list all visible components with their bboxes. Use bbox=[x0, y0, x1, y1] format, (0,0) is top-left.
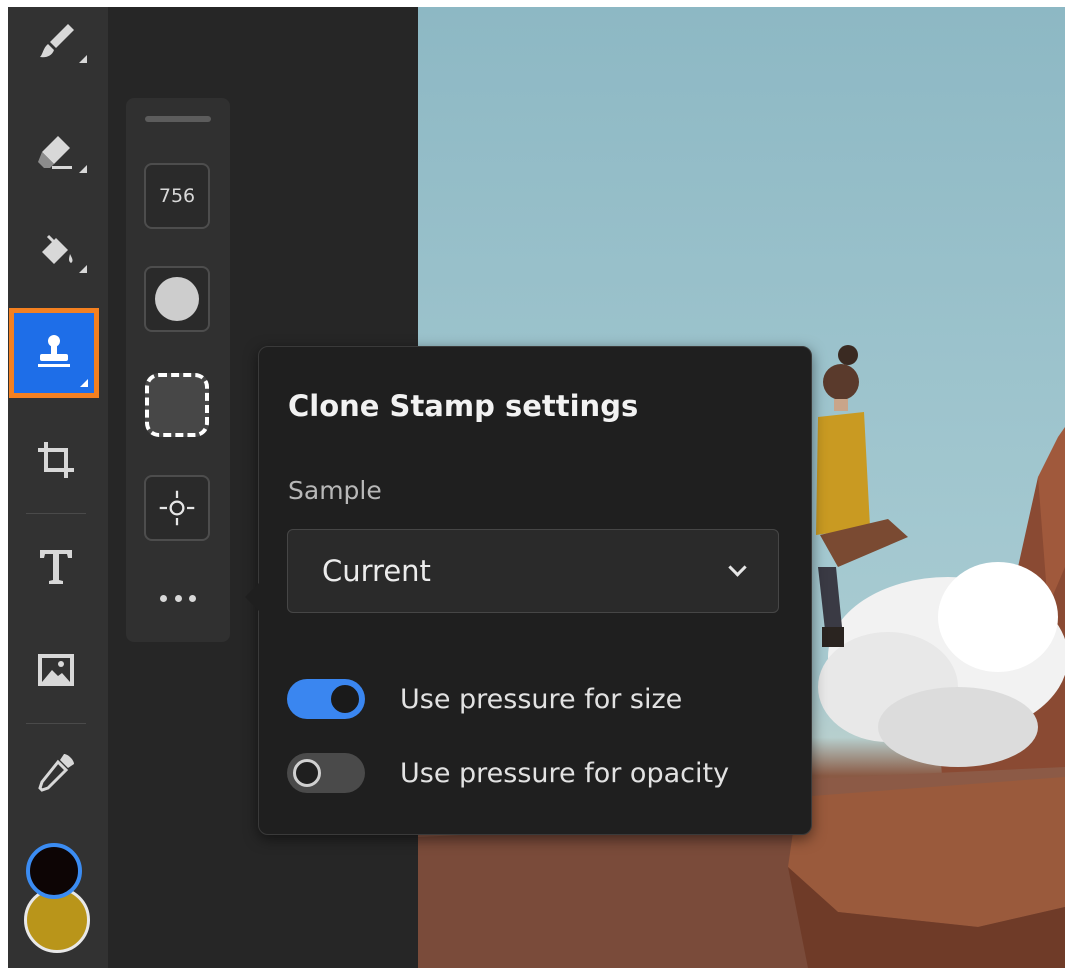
foreground-color-swatch[interactable] bbox=[26, 843, 82, 899]
crop-tool[interactable] bbox=[13, 425, 99, 495]
app-frame: 756 Clone Stamp settings Sample Current … bbox=[8, 7, 1065, 968]
paint-bucket-icon bbox=[42, 234, 73, 264]
submenu-indicator bbox=[80, 379, 88, 387]
eraser-tool[interactable] bbox=[13, 117, 99, 187]
pressure-size-toggle[interactable] bbox=[287, 679, 365, 719]
chevron-down-icon bbox=[728, 558, 747, 577]
toggle-knob bbox=[293, 759, 321, 787]
crosshair-icon bbox=[159, 490, 195, 526]
brush-tool[interactable] bbox=[13, 7, 99, 77]
left-toolbar bbox=[8, 7, 108, 968]
toggle-knob bbox=[331, 685, 359, 713]
sample-label: Sample bbox=[288, 476, 382, 505]
brush-hardness-button[interactable] bbox=[144, 372, 210, 438]
image-icon bbox=[38, 654, 74, 686]
type-tool[interactable] bbox=[13, 531, 99, 601]
sample-dropdown[interactable]: Current bbox=[287, 529, 779, 613]
eyedropper-tool[interactable] bbox=[13, 737, 99, 807]
submenu-indicator bbox=[79, 165, 87, 173]
submenu-indicator bbox=[79, 55, 87, 63]
type-icon bbox=[40, 550, 72, 584]
popover-title: Clone Stamp settings bbox=[288, 389, 639, 423]
sample-source-button[interactable] bbox=[144, 475, 210, 541]
sample-dropdown-value: Current bbox=[322, 554, 431, 588]
popover-pointer bbox=[245, 583, 259, 611]
toolbar-divider bbox=[26, 723, 86, 724]
brush-icon bbox=[40, 24, 74, 58]
toolbar-divider bbox=[26, 513, 86, 514]
brush-size-value: 756 bbox=[158, 185, 196, 207]
pressure-opacity-toggle[interactable] bbox=[287, 753, 365, 793]
pressure-opacity-label: Use pressure for opacity bbox=[400, 758, 730, 789]
pressure-size-label: Use pressure for size bbox=[400, 684, 683, 715]
clone-stamp-icon bbox=[38, 335, 70, 367]
clone-stamp-tool[interactable] bbox=[9, 308, 99, 398]
submenu-indicator bbox=[79, 265, 87, 273]
hard-brush-icon bbox=[145, 373, 209, 437]
place-image-tool[interactable] bbox=[13, 635, 99, 705]
panel-grabber[interactable] bbox=[145, 116, 211, 122]
eraser-icon bbox=[38, 136, 72, 169]
eyedropper-icon bbox=[38, 754, 74, 792]
brush-size-button[interactable]: 756 bbox=[144, 163, 210, 229]
more-icon[interactable] bbox=[160, 592, 196, 604]
brush-softness-button[interactable] bbox=[144, 266, 210, 332]
crop-icon bbox=[38, 442, 74, 478]
tool-options-panel: 756 bbox=[126, 98, 230, 642]
clone-stamp-settings-popover: Clone Stamp settings Sample Current Use … bbox=[245, 346, 812, 835]
paint-bucket-tool[interactable] bbox=[13, 217, 99, 287]
soft-brush-icon bbox=[155, 277, 199, 321]
